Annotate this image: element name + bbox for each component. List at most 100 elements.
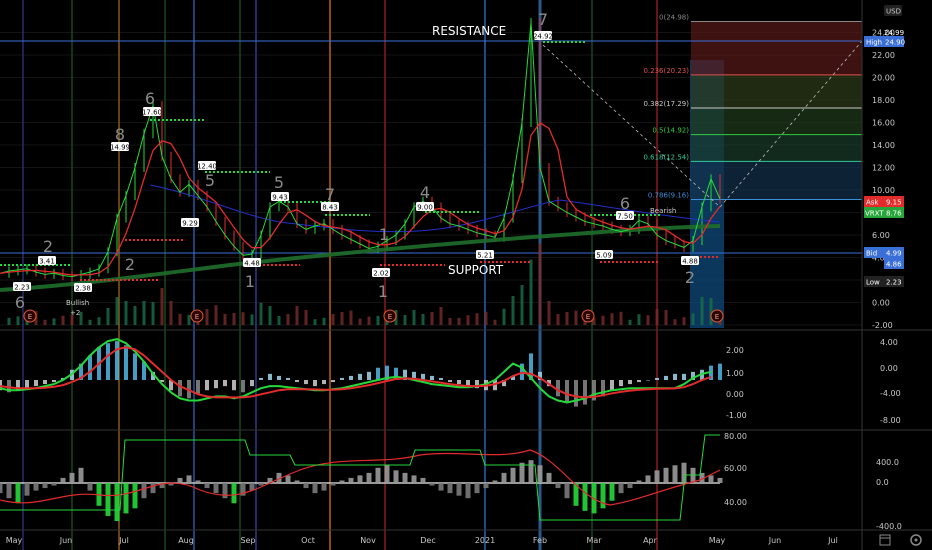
oscillator-histogram-bar	[609, 483, 615, 501]
volume-bar	[664, 310, 668, 325]
volume-bar	[133, 306, 137, 325]
macd-histogram-bar	[601, 380, 605, 397]
price-tag-label: 24.92	[533, 33, 553, 41]
macd-histogram-bar	[367, 371, 371, 380]
volume-bar	[637, 314, 641, 325]
time-axis-label: Jul	[118, 536, 129, 545]
volume-bar	[430, 312, 434, 325]
volume-bar	[502, 308, 506, 325]
macd-histogram-bar	[655, 377, 659, 380]
macd-histogram-bar	[664, 375, 668, 380]
volume-bar	[115, 297, 119, 325]
oscillator-histogram-bar	[375, 467, 381, 483]
macd-axis-tick: -8.00	[880, 416, 901, 425]
oscillator-histogram-bar	[0, 483, 3, 494]
macd-axis-tick: -4.00	[880, 389, 901, 398]
macd-histogram-bar	[52, 380, 56, 383]
volume-bar	[340, 312, 344, 325]
price-axis-tick: 14.00	[872, 141, 895, 150]
volume-bar	[232, 313, 236, 325]
macd-axis-inner-tick: -1.00	[726, 411, 747, 420]
earnings-marker-label: E	[195, 313, 199, 321]
price-tag-label: 14.99	[110, 144, 130, 152]
volume-bar	[304, 310, 308, 325]
fib-level-label: 0.786(9.16)	[648, 191, 689, 199]
time-axis-label: May	[709, 536, 726, 545]
price-tag-label: 2.23	[14, 284, 30, 292]
oscillator-axis-tick: -400.0	[876, 522, 902, 531]
volume-bar	[142, 301, 146, 325]
wave-count: 1	[245, 272, 255, 291]
price-tag-label: 2.02	[373, 270, 389, 278]
oscillator-histogram-bar	[357, 475, 363, 483]
volume-bar	[484, 311, 488, 325]
price-axis-tick: 16.00	[872, 119, 895, 128]
volume-bar	[466, 315, 470, 325]
ask-badge-value: 9.15	[886, 199, 902, 207]
price-axis-tick: 18.00	[872, 96, 895, 105]
chart-stage[interactable]: 2.233.412.3814.9917.6012.409.294.489.438…	[0, 0, 932, 550]
oscillator-histogram-bar	[222, 483, 228, 499]
bid-badge-value-2: 4.86	[886, 261, 902, 269]
price-axis-tick: 20.00	[872, 74, 895, 83]
fib-zone	[691, 21, 862, 75]
volume-bar	[601, 315, 605, 325]
volume-bar	[448, 318, 452, 325]
volume-bar	[556, 314, 560, 325]
oscillator-histogram-bar	[78, 467, 84, 483]
low-badge-label: Low	[866, 279, 880, 287]
ask-badge-label: Ask	[866, 199, 879, 207]
volume-bar	[358, 318, 362, 325]
resistance-label: RESISTANCE	[432, 24, 506, 38]
time-axis-label: Apr	[643, 536, 658, 545]
macd-histogram-bar	[259, 377, 263, 380]
oscillator-histogram-bar	[519, 462, 525, 483]
time-axis-label: Nov	[360, 536, 376, 545]
bearish-label: Bearish	[650, 207, 676, 215]
wave-count: 5	[274, 173, 284, 192]
macd-histogram-bar	[565, 380, 569, 403]
volume-bar	[511, 296, 515, 325]
oscillator-histogram-bar	[312, 483, 318, 494]
volume-bar	[124, 301, 128, 325]
oscillator-histogram-bar	[15, 483, 21, 504]
macd-histogram-bar	[268, 373, 272, 380]
macd-histogram-bar	[286, 377, 290, 380]
wave-count: 8	[115, 125, 125, 144]
volume-bar	[322, 317, 326, 325]
macd-histogram-bar	[34, 380, 38, 387]
vrxt-badge-value: 8.76	[886, 210, 902, 218]
oscillator-histogram-bar	[69, 472, 75, 483]
volume-bar	[277, 316, 281, 325]
volume-bar	[574, 310, 578, 325]
macd-histogram-bar	[295, 380, 299, 383]
volume-bar	[619, 311, 623, 325]
volume-bar	[169, 301, 173, 325]
macd-histogram-bar	[133, 353, 137, 380]
fib-level-label: 0.236(20.23)	[643, 67, 689, 75]
oscillator-histogram-bar	[447, 483, 453, 494]
macd-histogram-bar	[358, 373, 362, 380]
oscillator-histogram-bar	[717, 477, 723, 483]
volume-bar	[178, 313, 182, 325]
volume-bar	[61, 315, 65, 325]
time-axis-label: Feb	[533, 536, 547, 545]
macd-histogram-bar	[682, 373, 686, 380]
oscillator-histogram-bar	[411, 475, 417, 483]
time-axis-label: Jun	[768, 536, 782, 545]
bid-badge-value: 4.99	[886, 250, 902, 258]
macd-axis-inner-tick: 1.00	[726, 369, 744, 378]
price-tag-label: 5.21	[477, 252, 493, 260]
oscillator-histogram-bar	[474, 483, 480, 494]
volume-bar	[106, 308, 110, 325]
oscillator-histogram-bar	[429, 483, 435, 486]
fib-zone	[691, 74, 862, 108]
earnings-marker-label: E	[28, 313, 32, 321]
time-axis-label: Jun	[59, 536, 73, 545]
macd-histogram-bar	[25, 380, 29, 389]
macd-histogram-bar	[331, 380, 335, 383]
volume-bar	[376, 315, 380, 325]
price-axis-tick: 0.00	[872, 299, 890, 308]
volume-bar	[682, 317, 686, 325]
oscillator-axis-inner-tick: 40.00	[724, 498, 747, 507]
